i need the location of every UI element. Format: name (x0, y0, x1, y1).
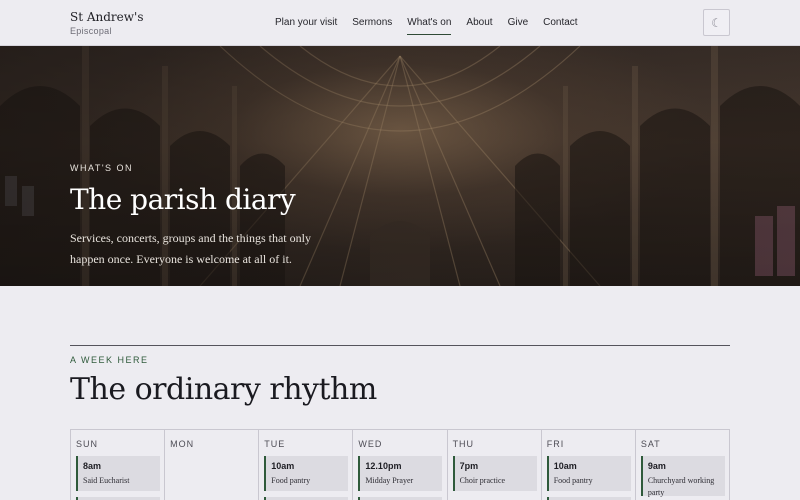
section-divider (70, 345, 730, 346)
event-time: 7pm (459, 461, 479, 471)
weekly-calendar: SUN 8am Said Eucharist MON TUE 10am Food… (70, 429, 730, 500)
event-time: 12.10pm (365, 461, 402, 471)
site-header: St Andrew's Episcopal Plan your visit Se… (0, 0, 800, 46)
event-time: 8am (83, 461, 102, 471)
event-card[interactable]: 8am Said Eucharist (76, 456, 160, 491)
day-column-wed: WED 12.10pm Midday Prayer (353, 430, 448, 500)
moon-icon: ☾ (711, 15, 722, 30)
day-column-tue: TUE 10am Food pantry (259, 430, 354, 500)
day-name: SUN (76, 439, 99, 449)
day-column-fri: FRI 10am Food pantry (542, 430, 636, 500)
event-name: Food pantry (271, 476, 311, 485)
week-section-title: The ordinary rhythm (70, 372, 377, 407)
event-name: Choir practice (459, 476, 506, 485)
hero-banner: WHAT'S ON The parish diary Services, con… (0, 46, 800, 286)
day-column-sat: SAT 9am Churchyard working party (636, 430, 730, 500)
event-card[interactable]: 10am Food pantry (264, 456, 349, 491)
day-column-thu: THU 7pm Choir practice (448, 430, 542, 500)
event-time: 9am (647, 461, 666, 471)
event-card[interactable]: 10am Food pantry (546, 456, 631, 491)
nav-sermons[interactable]: Sermons (352, 17, 392, 35)
day-column-mon: MON (165, 430, 260, 500)
nav-contact[interactable]: Contact (543, 17, 577, 35)
event-time: 10am (271, 461, 295, 471)
nav-about[interactable]: About (466, 17, 492, 35)
event-name: Churchyard working party (647, 476, 715, 497)
day-name: WED (358, 439, 383, 449)
main-nav: Plan your visit Sermons What's on About … (275, 17, 593, 35)
event-name: Midday Prayer (365, 476, 414, 485)
day-column-sun: SUN 8am Said Eucharist (71, 430, 166, 500)
event-time: 10am (553, 461, 577, 471)
hero-eyebrow: WHAT'S ON (70, 163, 134, 173)
hero-intro-text: Services, concerts, groups and the thing… (70, 231, 311, 266)
day-name: SAT (640, 439, 661, 449)
week-eyebrow: A WEEK HERE (70, 355, 149, 365)
day-name: TUE (264, 439, 286, 449)
day-name: MON (170, 439, 195, 449)
nav-give[interactable]: Give (508, 17, 529, 35)
brand-name: St Andrew's (70, 10, 144, 24)
day-name: THU (452, 439, 475, 449)
event-card[interactable]: 12.10pm Midday Prayer (358, 456, 443, 491)
event-card[interactable]: 7pm Choir practice (452, 456, 537, 491)
nav-whats-on[interactable]: What's on (407, 17, 452, 35)
brand-logo-link[interactable]: St Andrew's Episcopal (70, 10, 144, 37)
nav-plan-your-visit[interactable]: Plan your visit (275, 17, 337, 35)
day-name: FRI (546, 439, 565, 449)
theme-toggle-button[interactable]: ☾ (703, 9, 730, 36)
event-name: Said Eucharist (83, 476, 130, 485)
brand-subtitle: Episcopal (70, 26, 112, 36)
event-card[interactable]: 9am Churchyard working party (640, 456, 725, 497)
page-title: The parish diary (70, 183, 296, 216)
event-name: Food pantry (553, 476, 593, 485)
